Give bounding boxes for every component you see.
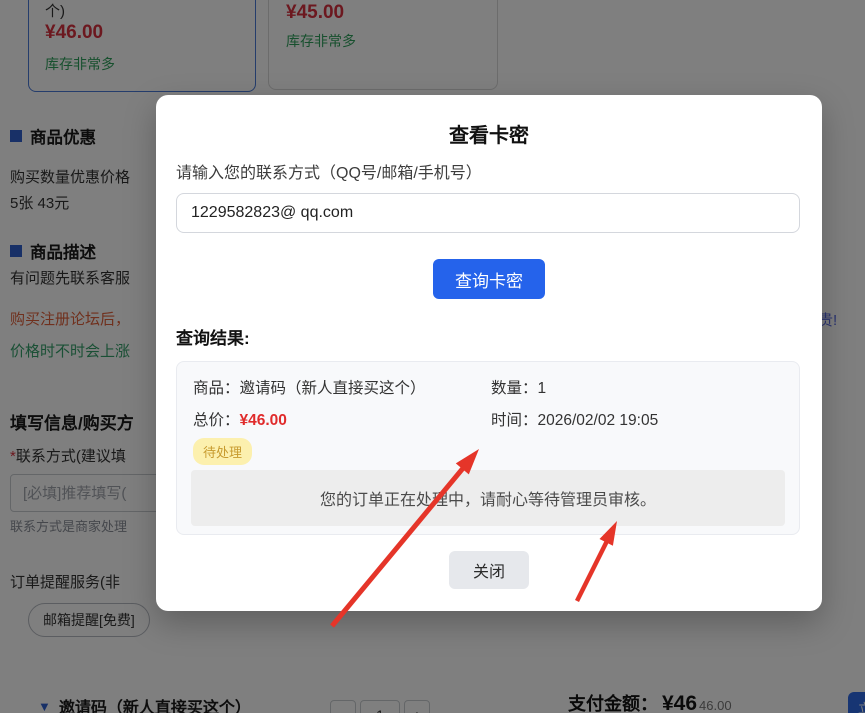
- modal-contact-label: 请输入您的联系方式（QQ号/邮箱/手机号）: [176, 159, 482, 183]
- query-card-secret-button[interactable]: 查询卡密: [433, 259, 545, 299]
- view-card-secret-modal: 查看卡密 请输入您的联系方式（QQ号/邮箱/手机号） 查询卡密 查询结果: 商品…: [156, 95, 822, 611]
- result-product-value: 邀请码（新人直接买这个）: [240, 380, 426, 397]
- result-qty: 数量：1: [491, 376, 546, 398]
- modal-contact-input[interactable]: [176, 193, 800, 233]
- close-button[interactable]: 关闭: [449, 551, 529, 589]
- result-total-value: ¥46.00: [240, 412, 287, 429]
- modal-title: 查看卡密: [156, 119, 822, 148]
- result-total-label: 总价：: [193, 412, 240, 429]
- result-time-value: 2026/02/02 19:05: [538, 412, 659, 429]
- result-product-label: 商品：: [193, 380, 240, 397]
- result-time: 时间：2026/02/02 19:05: [491, 408, 658, 430]
- result-qty-label: 数量：: [491, 380, 538, 397]
- order-processing-message: 您的订单正在处理中，请耐心等待管理员审核。: [191, 470, 785, 526]
- page: 个) ¥46.00 库存非常多 ¥45.00 库存非常多 商品优惠 购买数量优惠…: [0, 0, 865, 713]
- query-result-card: 商品：邀请码（新人直接买这个） 数量：1 总价：¥46.00 时间：2026/0…: [176, 361, 800, 535]
- status-badge: 待处理: [193, 438, 252, 465]
- result-total: 总价：¥46.00: [193, 408, 287, 430]
- result-product: 商品：邀请码（新人直接买这个）: [193, 376, 426, 398]
- query-result-title: 查询结果:: [176, 324, 250, 349]
- result-qty-value: 1: [538, 380, 547, 397]
- result-time-label: 时间：: [491, 412, 538, 429]
